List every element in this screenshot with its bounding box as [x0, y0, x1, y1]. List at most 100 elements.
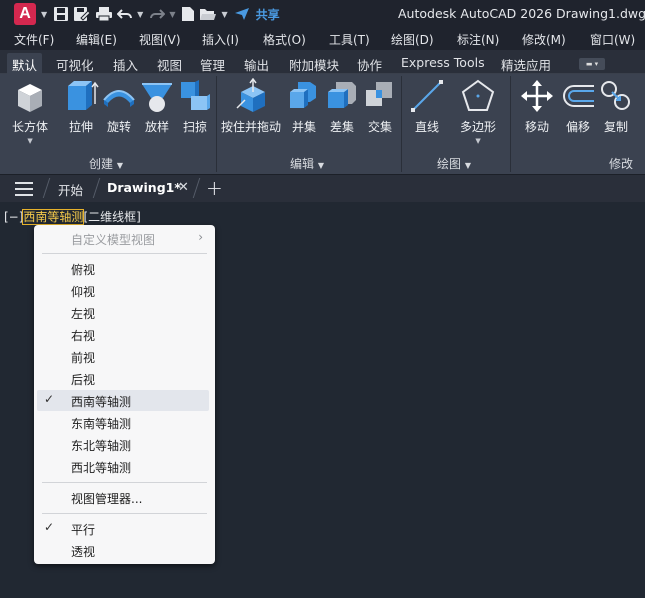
redo-dropdown-icon[interactable]: ▼ — [169, 10, 175, 19]
menu-item-nw-isometric[interactable]: 西北等轴测 — [34, 456, 215, 477]
copy-label: 复制 — [603, 120, 628, 134]
menu-item-back[interactable]: 后视 — [34, 368, 215, 389]
visual-style-control[interactable]: [二维线框] — [83, 210, 140, 224]
new-tab-icon[interactable]: + — [206, 176, 223, 200]
undo-dropdown-icon[interactable]: ▼ — [137, 10, 143, 19]
menu-edit[interactable]: 编辑(E) — [76, 31, 117, 48]
polygon-dropdown-icon[interactable]: ▼ — [475, 137, 480, 145]
move-label: 移动 — [524, 120, 549, 134]
menu-dimension[interactable]: 标注(N) — [457, 31, 499, 48]
subtract-button[interactable]: 差集 — [324, 78, 360, 135]
menu-item-top[interactable]: 俯视 — [34, 258, 215, 279]
line-icon — [409, 78, 445, 114]
menu-item-label: 前视 — [71, 351, 96, 365]
new-file-icon[interactable] — [180, 3, 196, 25]
tab-visualize[interactable]: 可视化 — [51, 53, 99, 74]
menu-item-left[interactable]: 左视 — [34, 302, 215, 323]
viewport-menu-control[interactable]: [−] — [4, 210, 23, 224]
menu-insert[interactable]: 插入(I) — [202, 31, 239, 48]
panel-draw[interactable]: 绘图 ▼ — [437, 155, 471, 172]
polygon-button[interactable]: 多边形 ▼ — [460, 78, 496, 145]
view-control[interactable]: 西南等轴测 — [22, 209, 85, 225]
open-dropdown-icon[interactable]: ▼ — [221, 10, 227, 19]
panel-create[interactable]: 创建 ▼ — [89, 155, 123, 172]
tab-featured-apps[interactable]: 精选应用 — [496, 53, 556, 74]
menu-item-ne-isometric[interactable]: 东北等轴测 — [34, 434, 215, 455]
menu-item-label: 东南等轴测 — [71, 417, 132, 431]
tab-addins[interactable]: 附加模块 — [284, 53, 344, 74]
tab-start[interactable]: 开始 — [58, 180, 83, 199]
panel-modify[interactable]: 修改 — [609, 155, 633, 172]
intersect-label: 交集 — [367, 120, 392, 134]
menu-item-front[interactable]: 前视 — [34, 346, 215, 367]
close-tab-icon[interactable]: ✕ — [178, 180, 189, 195]
ribbon-display-toggle-icon[interactable]: ▬ ▾ — [579, 58, 605, 70]
menu-item-perspective[interactable]: 透视 — [34, 540, 215, 561]
menu-item-sw-isometric[interactable]: ✓ 西南等轴测 — [37, 390, 209, 411]
tab-insert[interactable]: 插入 — [108, 53, 143, 74]
tab-collaborate[interactable]: 协作 — [352, 53, 387, 74]
menu-format[interactable]: 格式(O) — [263, 31, 306, 48]
intersect-button[interactable]: 交集 — [362, 78, 398, 135]
menu-item-se-isometric[interactable]: 东南等轴测 — [34, 412, 215, 433]
loft-button[interactable]: 放样 — [139, 78, 175, 135]
menu-item-label: 西北等轴测 — [71, 461, 132, 475]
tab-view[interactable]: 视图 — [152, 53, 187, 74]
menu-item-label: 右视 — [71, 329, 96, 343]
menu-divider — [42, 482, 207, 483]
view-context-menu: 自定义模型视图 › 俯视 仰视 左视 右视 前视 后视 ✓ 西南等轴测 东南等轴… — [34, 225, 215, 564]
share-button[interactable]: 共享 — [256, 6, 280, 23]
menu-draw[interactable]: 绘图(D) — [391, 31, 434, 48]
share-icon[interactable] — [233, 3, 251, 25]
box-dropdown-icon[interactable]: ▼ — [27, 137, 32, 145]
union-button[interactable]: 并集 — [286, 78, 322, 135]
redo-icon[interactable] — [148, 3, 166, 25]
menu-item-right[interactable]: 右视 — [34, 324, 215, 345]
viewport-controls: [−]西南等轴测[二维线框] — [4, 208, 141, 225]
panel-edit[interactable]: 编辑 ▼ — [290, 155, 324, 172]
menu-file[interactable]: 文件(F) — [14, 31, 54, 48]
menu-item-bottom[interactable]: 仰视 — [34, 280, 215, 301]
application-menu-button[interactable]: A — [14, 3, 36, 25]
panel-edit-dropdown-icon[interactable]: ▼ — [318, 161, 324, 170]
panel-create-dropdown-icon[interactable]: ▼ — [117, 161, 123, 170]
menu-window[interactable]: 窗口(W) — [590, 31, 635, 48]
sweep-button[interactable]: 扫掠 — [177, 78, 213, 135]
menu-view[interactable]: 视图(V) — [139, 31, 181, 48]
offset-label: 偏移 — [565, 120, 590, 134]
offset-button[interactable]: 偏移 — [560, 78, 596, 135]
app-menu-dropdown-icon[interactable]: ▼ — [41, 10, 47, 19]
union-label: 并集 — [291, 120, 316, 134]
move-button[interactable]: 移动 — [519, 78, 555, 135]
sweep-label: 扫掠 — [182, 120, 207, 134]
box-button[interactable]: 长方体 ▼ — [12, 78, 48, 145]
open-folder-icon[interactable] — [198, 3, 218, 25]
save-as-icon[interactable] — [72, 3, 92, 25]
quick-access-toolbar: A ▼ ▼ ▼ ▼ 共享 — [14, 3, 280, 25]
menu-item-custom-model-views[interactable]: 自定义模型视图 › — [34, 228, 215, 249]
hamburger-menu-icon[interactable] — [15, 182, 33, 196]
tab-express-tools[interactable]: Express Tools — [396, 53, 490, 74]
undo-icon[interactable] — [116, 3, 134, 25]
menu-item-parallel[interactable]: ✓ 平行 — [34, 518, 215, 539]
menu-item-label: 后视 — [71, 373, 96, 387]
tab-manage[interactable]: 管理 — [195, 53, 230, 74]
menu-item-label: 东北等轴测 — [71, 439, 132, 453]
panel-draw-dropdown-icon[interactable]: ▼ — [465, 161, 471, 170]
menu-item-label: 仰视 — [71, 285, 96, 299]
line-button[interactable]: 直线 — [409, 78, 445, 135]
union-icon — [286, 78, 322, 114]
save-icon[interactable] — [52, 3, 70, 25]
menu-tools[interactable]: 工具(T) — [329, 31, 370, 48]
menu-modify[interactable]: 修改(M) — [522, 31, 566, 48]
tab-drawing1[interactable]: Drawing1* — [107, 180, 181, 195]
extrude-button[interactable]: 拉伸 — [63, 78, 99, 135]
presspull-button[interactable]: 按住并拖动 — [221, 78, 281, 135]
plot-icon[interactable] — [94, 3, 114, 25]
tab-home[interactable]: 默认 — [7, 53, 43, 74]
revolve-button[interactable]: 旋转 — [101, 78, 137, 135]
menu-item-view-manager[interactable]: 视图管理器... — [34, 487, 215, 508]
tab-output[interactable]: 输出 — [239, 53, 274, 74]
copy-button[interactable]: 复制 — [598, 78, 634, 135]
menu-item-label: 左视 — [71, 307, 96, 321]
